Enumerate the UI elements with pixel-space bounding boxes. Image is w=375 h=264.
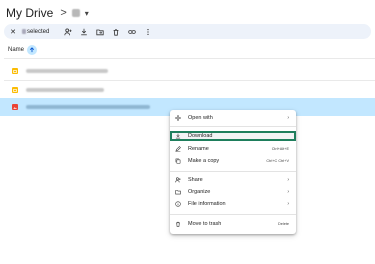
menu-item-file-information[interactable]: File information › <box>170 199 296 209</box>
menu-item-move-to-trash[interactable]: Move to trash Delete <box>170 219 296 229</box>
header-divider <box>4 58 375 59</box>
submenu-arrow-icon: › <box>287 177 289 183</box>
make-copy-shortcut: Ctrl+C Ctrl+V <box>266 159 289 163</box>
more-vert-icon[interactable] <box>142 26 153 37</box>
selected-label: selected <box>27 28 50 35</box>
breadcrumb-folder-name[interactable] <box>71 9 80 17</box>
menu-item-download[interactable]: Download <box>170 131 296 141</box>
download-icon <box>175 133 181 139</box>
menu-item-make-a-copy[interactable]: Make a copy Ctrl+C Ctrl+V <box>170 156 296 166</box>
trash-shortcut: Delete <box>278 222 289 226</box>
menu-divider <box>170 171 296 172</box>
file-name-redacted <box>26 105 150 109</box>
link-icon[interactable] <box>126 26 137 37</box>
slides-file-icon <box>12 68 18 74</box>
share-person-icon <box>175 177 181 183</box>
menu-item-share[interactable]: Share › <box>170 175 296 185</box>
copy-icon <box>175 158 181 164</box>
file-name-redacted <box>26 88 104 92</box>
trash-icon[interactable] <box>110 26 121 37</box>
submenu-arrow-icon: › <box>287 115 289 121</box>
open-with-icon <box>175 115 181 121</box>
column-header-name[interactable]: Name <box>8 45 38 55</box>
submenu-arrow-icon: › <box>287 201 289 207</box>
context-menu: Open with › Download Rename Ctrl+Alt+E M… <box>170 110 296 234</box>
breadcrumb: My Drive > ▾ <box>6 6 89 20</box>
selection-toolbar: ✕ selected <box>4 24 371 39</box>
selected-count <box>22 29 26 34</box>
folder-icon <box>175 189 181 195</box>
download-icon[interactable] <box>78 26 89 37</box>
breadcrumb-separator: > <box>60 7 67 19</box>
chevron-down-icon[interactable]: ▾ <box>85 9 89 18</box>
share-person-icon[interactable] <box>62 26 73 37</box>
row-divider <box>4 80 375 81</box>
menu-divider <box>170 214 296 215</box>
arrow-up-icon <box>29 47 35 53</box>
sort-direction-button[interactable] <box>27 45 38 55</box>
move-folder-icon[interactable] <box>94 26 105 37</box>
close-icon[interactable]: ✕ <box>8 28 18 36</box>
slides-file-icon <box>12 87 18 93</box>
menu-divider <box>170 126 296 127</box>
trash-icon <box>175 221 181 227</box>
column-name-label: Name <box>8 47 25 53</box>
submenu-arrow-icon: › <box>287 189 289 195</box>
rename-shortcut: Ctrl+Alt+E <box>271 147 289 151</box>
image-file-icon <box>12 104 18 110</box>
menu-item-open-with[interactable]: Open with › <box>170 113 296 123</box>
info-icon <box>175 201 181 207</box>
menu-item-rename[interactable]: Rename Ctrl+Alt+E <box>170 144 296 154</box>
menu-item-organize[interactable]: Organize › <box>170 187 296 197</box>
file-row[interactable] <box>0 63 375 79</box>
file-row[interactable] <box>0 82 375 98</box>
file-name-redacted <box>26 69 108 73</box>
breadcrumb-my-drive[interactable]: My Drive <box>6 6 53 20</box>
edit-pencil-icon <box>175 146 181 152</box>
drive-page: My Drive > ▾ ✕ selected Name Open with ›… <box>0 0 375 264</box>
